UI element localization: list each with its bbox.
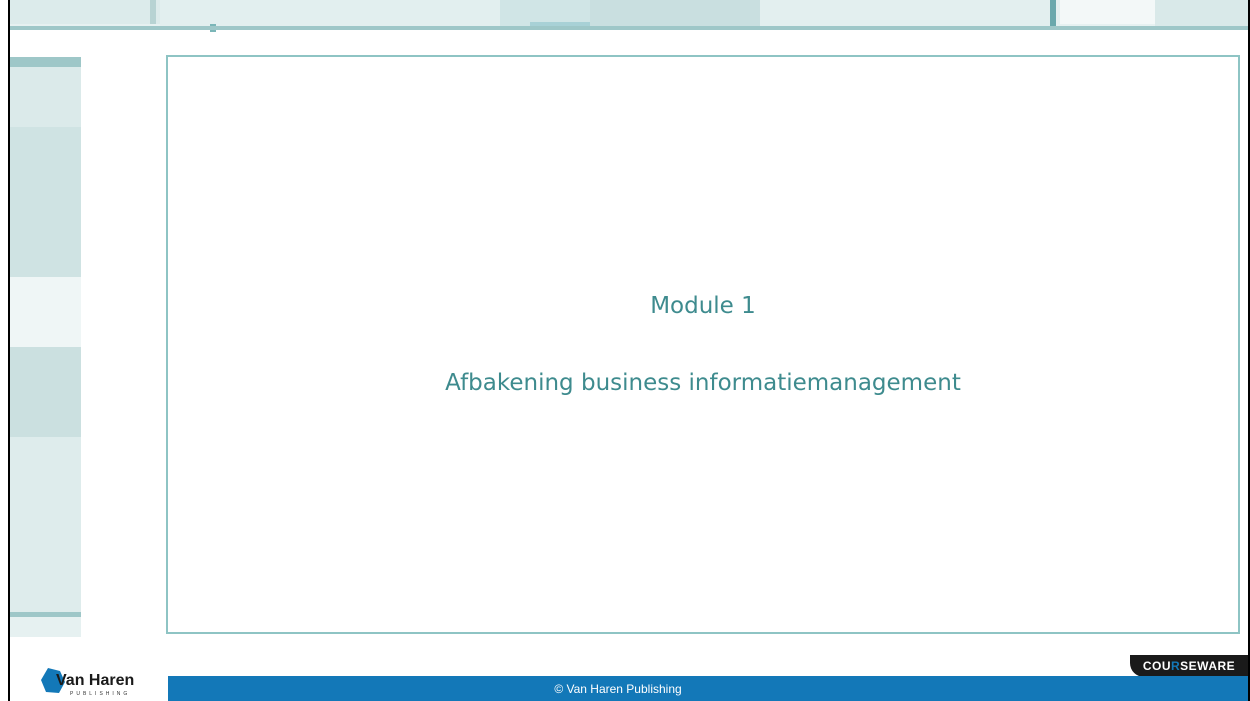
slide-title: Module 1 — [650, 293, 756, 319]
van-haren-logo: Van Haren PUBLISHING — [38, 667, 148, 701]
footer-bar: © Van Haren Publishing — [168, 676, 1248, 701]
top-decorative-band — [10, 0, 1248, 32]
logo-tagline: PUBLISHING — [70, 691, 131, 697]
slide-subtitle: Afbakening business informatiemanagement — [445, 370, 961, 396]
footer-copyright: © Van Haren Publishing — [554, 681, 682, 696]
left-decorative-column — [10, 57, 81, 637]
courseware-badge: COURSEWARE — [1130, 655, 1248, 677]
courseware-label: COURSEWARE — [1142, 659, 1236, 673]
slide-content-box: Module 1 Afbakening business informatiem… — [166, 55, 1240, 634]
logo-name: Van Haren — [56, 672, 135, 689]
